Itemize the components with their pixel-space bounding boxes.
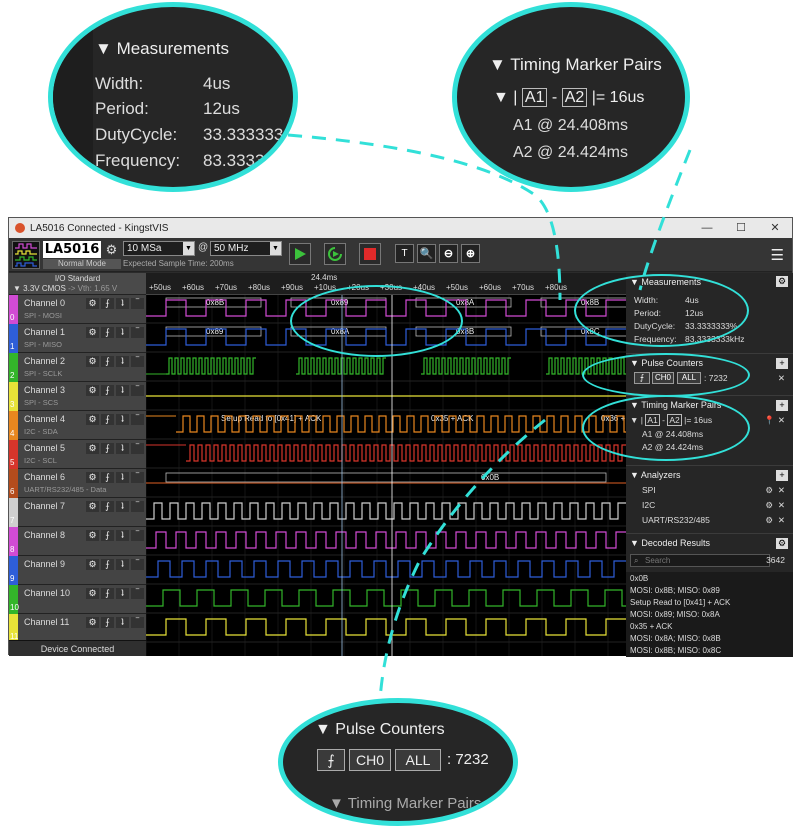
- zoom-next-section-title: ▼ Timing Marker Pairs: [329, 795, 482, 812]
- zoom-width-value: 4us: [203, 74, 231, 93]
- measurements-highlight-ring: [574, 274, 749, 347]
- zoom-period-value: 12us: [203, 99, 240, 118]
- zoom-timing-title: ▼ Timing Marker Pairs: [489, 55, 662, 74]
- pulse-counters-zoom: ▼ Pulse Counters ⨍ CH0 ALL : 7232 ▼ Timi…: [278, 698, 518, 826]
- zoom-a2-position: A2 @ 24.424ms: [513, 144, 628, 161]
- timing-highlight-ring: [582, 395, 750, 461]
- zoom-freq-value: 83.3333: [203, 151, 265, 170]
- zoom-measurements-title: ▼ Measurements: [95, 39, 229, 58]
- measurements-zoom: ▼ Measurements Width: 4us Period: 12us D…: [48, 2, 298, 192]
- zoom-pulse-count: : 7232: [447, 751, 489, 768]
- zoom-freq-label: Frequency:: [95, 151, 181, 170]
- zoom-marker-pair-row: ▼ | A1 - A2 |= 16us: [493, 88, 645, 107]
- zoom-all-button: ALL: [395, 749, 441, 771]
- zoom-duty-value: 33.333333: [203, 125, 284, 144]
- zoom-pulse-title: ▼ Pulse Counters: [315, 721, 445, 738]
- zoom-a1-position: A1 @ 24.408ms: [513, 117, 628, 134]
- marker-highlight-ring: [290, 285, 463, 357]
- zoom-ch-button: CH0: [349, 749, 391, 771]
- pulse-highlight-ring: [582, 353, 750, 397]
- zoom-period-label: Period:: [95, 99, 149, 118]
- timing-markers-zoom: ▼ Timing Marker Pairs ▼ | A1 - A2 |= 16u…: [452, 2, 690, 192]
- zoom-width-label: Width:: [95, 74, 144, 93]
- zoom-duty-label: DutyCycle:: [95, 125, 178, 144]
- zoom-rising-edge-icon: ⨍: [317, 749, 345, 771]
